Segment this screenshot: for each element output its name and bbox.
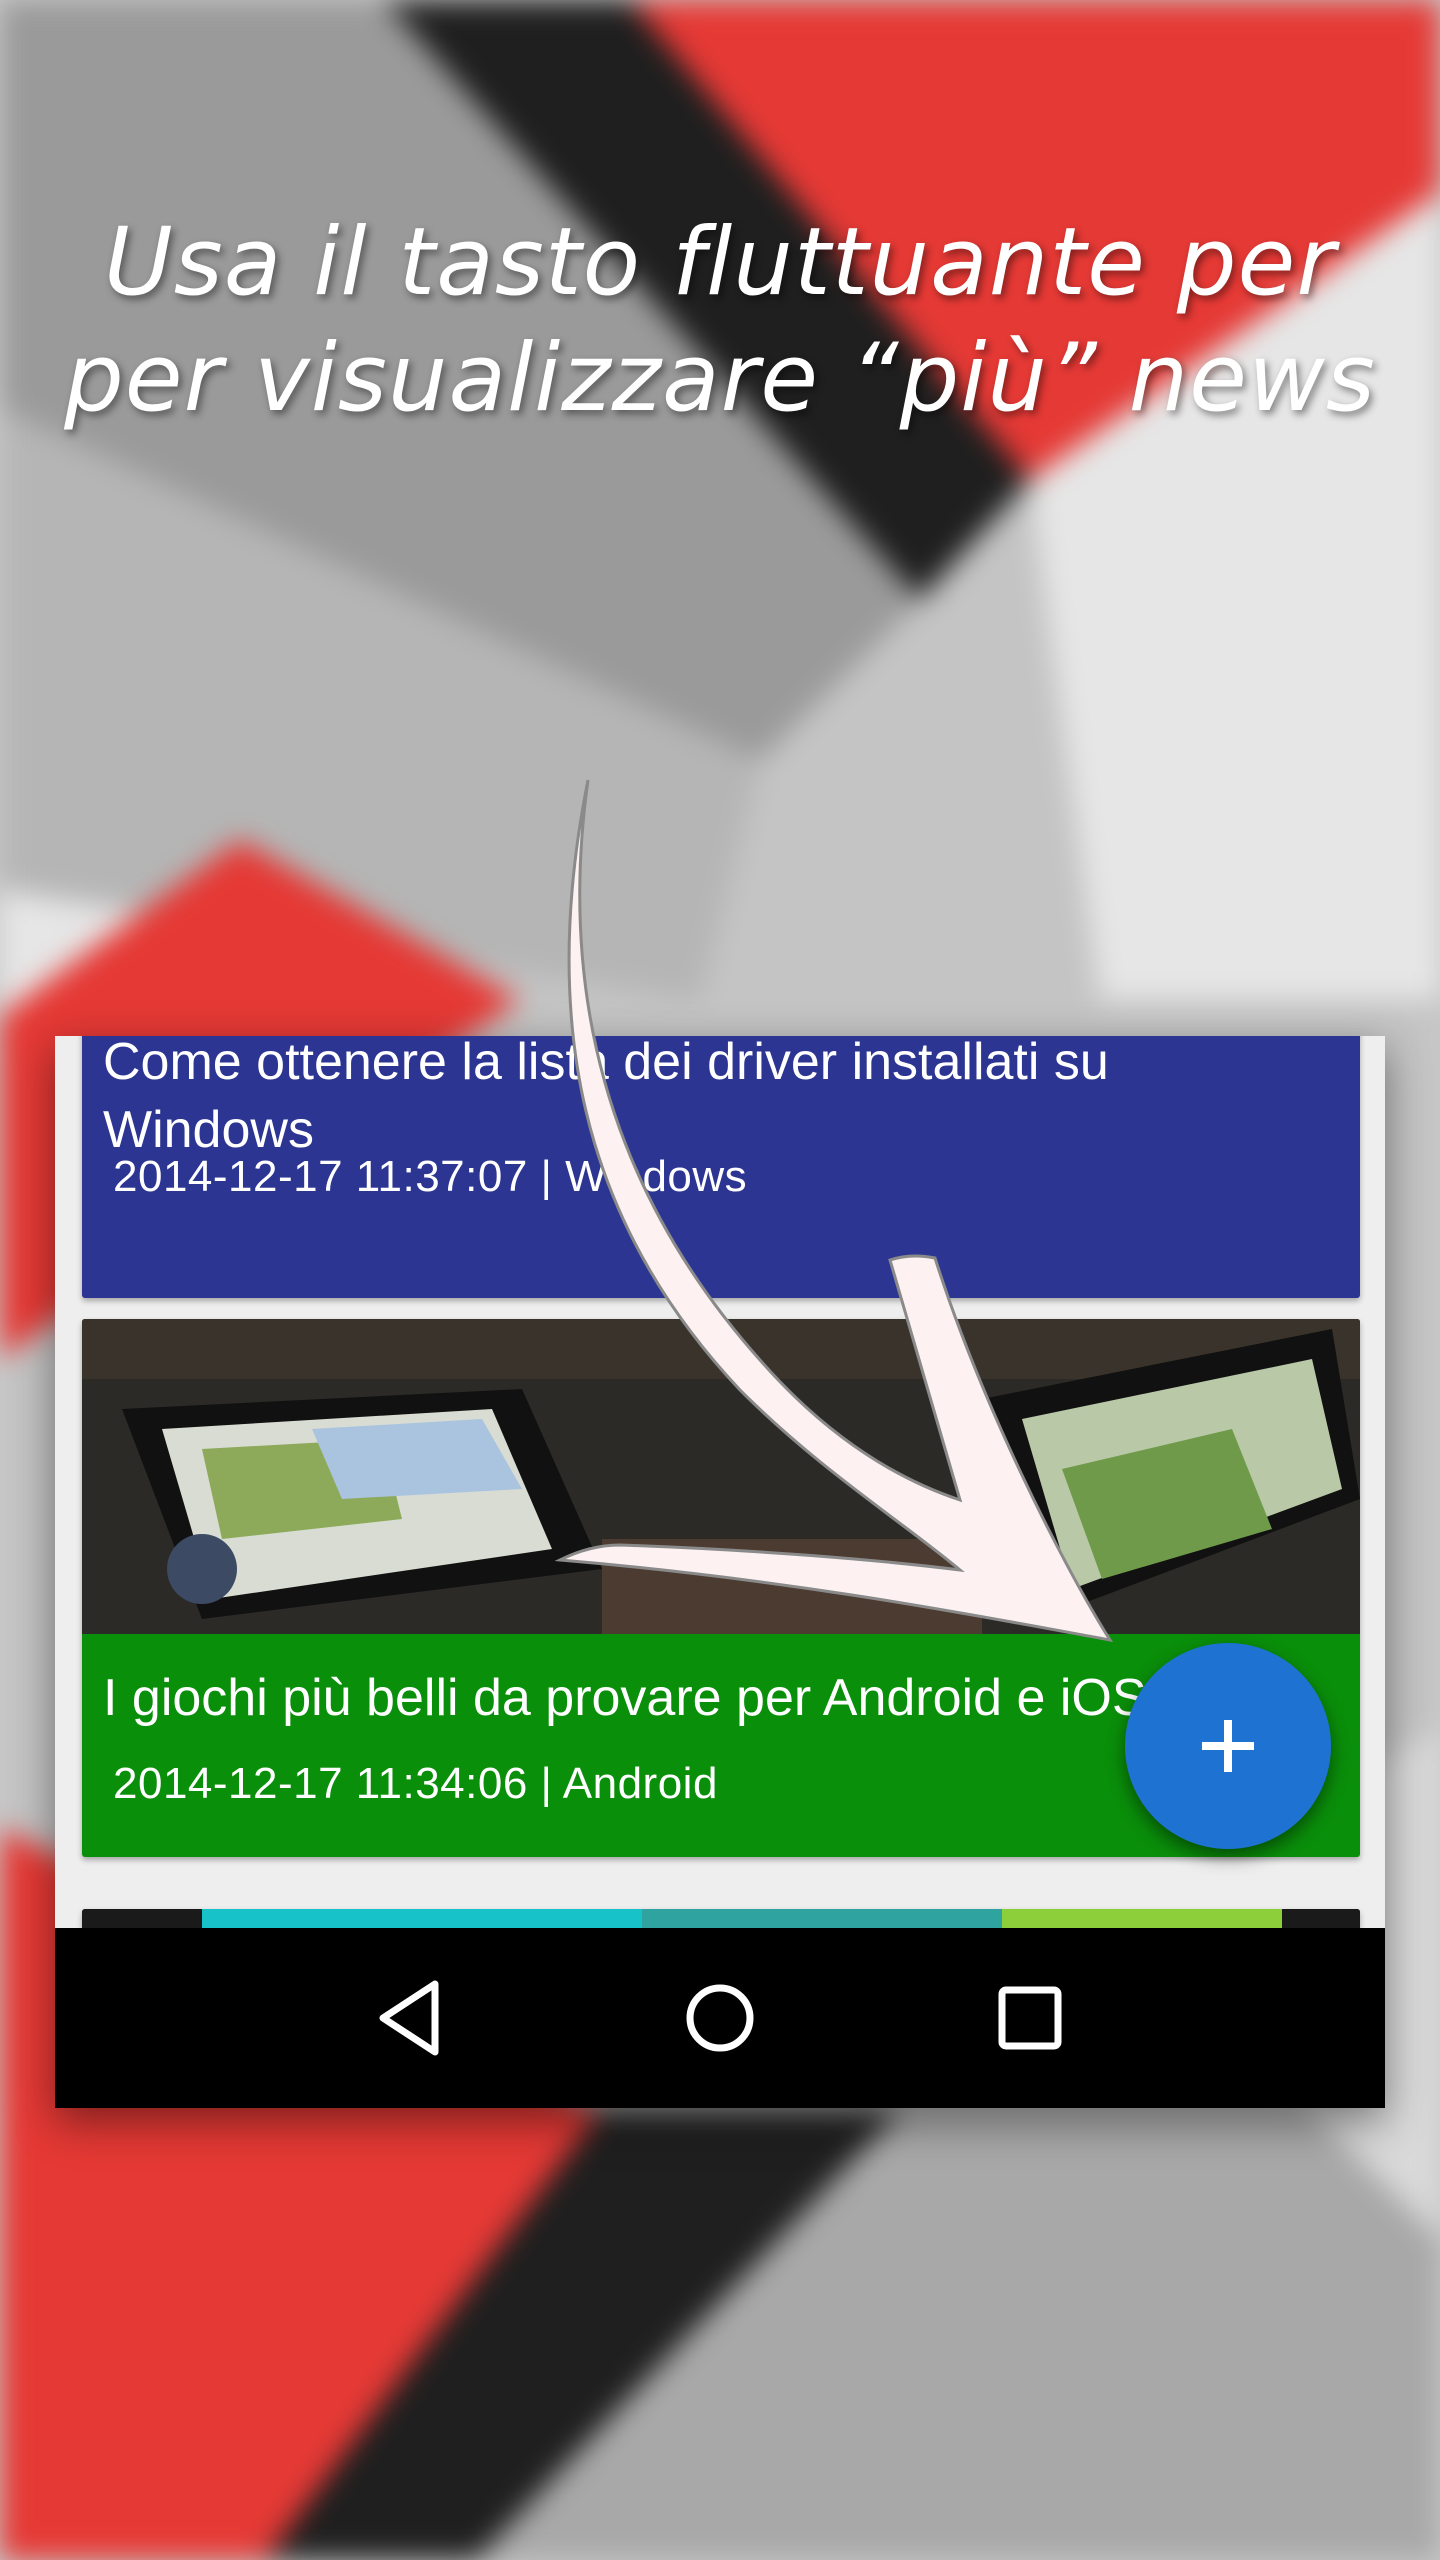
recents-icon bbox=[998, 1986, 1062, 2050]
back-icon bbox=[379, 1980, 439, 2056]
nav-home-button[interactable] bbox=[660, 1958, 780, 2078]
headline-line-1: Usa il tasto fluttuante per bbox=[103, 208, 1337, 317]
system-nav-bar bbox=[55, 1928, 1385, 2108]
plus-icon bbox=[1202, 1720, 1254, 1772]
headline: Usa il tasto fluttuante per per visualiz… bbox=[0, 205, 1440, 437]
home-icon bbox=[686, 1984, 754, 2052]
phones-photo bbox=[82, 1319, 1360, 1634]
nav-back-button[interactable] bbox=[350, 1958, 470, 2078]
news-card-image bbox=[82, 1319, 1360, 1634]
headline-line-2: per visualizzare “più” news bbox=[64, 324, 1376, 433]
news-card-meta: 2014-12-17 11:37:07 | Windows bbox=[113, 1152, 748, 1201]
nav-recents-button[interactable] bbox=[970, 1958, 1090, 2078]
news-card-title: Come ottenere la lista dei driver instal… bbox=[103, 1036, 1109, 1159]
news-card-meta: 2014-12-17 11:34:06 | Android bbox=[113, 1759, 718, 1808]
fab-more-news-button[interactable] bbox=[1125, 1643, 1331, 1849]
phone-screen: Come ottenere la lista dei driver instal… bbox=[55, 1036, 1385, 2108]
news-card-windows[interactable]: Come ottenere la lista dei driver instal… bbox=[82, 1036, 1360, 1298]
